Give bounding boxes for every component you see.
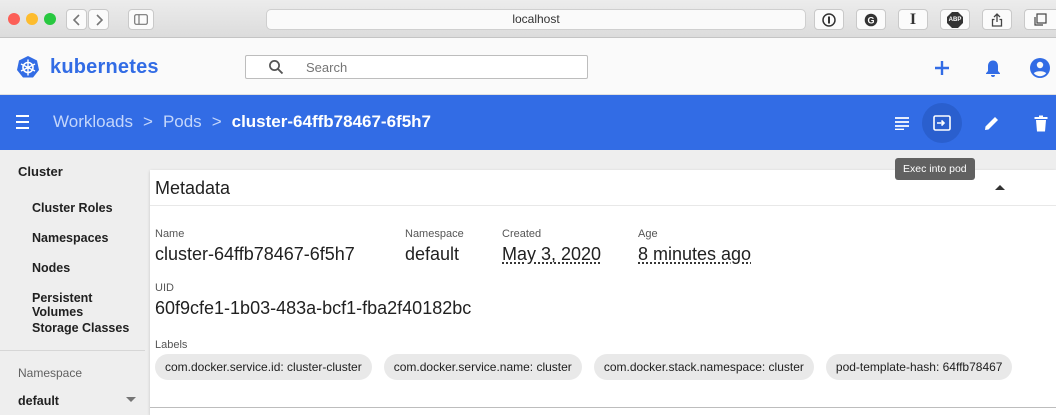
breadcrumb-pods[interactable]: Pods [163,112,202,132]
sidebar-section-cluster[interactable]: Cluster [18,164,63,179]
namespace-field-label: Namespace [405,228,464,240]
instapaper-icon[interactable]: I [898,9,928,30]
created-value[interactable]: May 3, 2020 [502,244,601,265]
uid-value: 60f9cfe1-1b03-483a-bcf1-fba2f40182bc [155,298,471,319]
age-field: Age 8 minutes ago [638,228,751,265]
labels-field: Labels [155,339,187,351]
close-window-button[interactable] [8,13,20,25]
card-divider [150,407,1056,408]
sidebar-item-storage-classes[interactable]: Storage Classes [32,321,129,335]
sidebar-toggle-button[interactable] [128,9,154,30]
breadcrumb-workloads[interactable]: Workloads [53,112,133,132]
plus-icon [934,60,950,76]
chevron-left-icon [73,14,81,26]
app-header: kubernetes [0,38,1056,95]
search-input[interactable] [306,60,576,75]
sidebar-item-persistent-volumes[interactable]: Persistent Volumes [32,291,145,319]
tabs-icon [1034,13,1047,26]
breadcrumb: Workloads > Pods > cluster-64ffb78467-6f… [53,112,431,132]
account-circle-icon [1029,57,1051,79]
breadcrumb-separator: > [143,112,153,132]
tabs-overview-button[interactable] [1024,9,1056,30]
forward-button[interactable] [88,9,109,30]
logo-text: kubernetes [50,56,159,79]
card-title: Metadata [155,178,230,199]
share-icon [991,13,1003,27]
namespace-field: Namespace default [405,228,464,265]
sidebar-item-nodes[interactable]: Nodes [32,261,70,275]
kubernetes-helm-icon [16,55,40,79]
namespace-selector[interactable]: default [18,394,136,408]
namespace-field-value: default [405,244,464,265]
created-label: Created [502,228,601,240]
name-field: Name cluster-64ffb78467-6f5h7 [155,228,355,265]
kubernetes-logo[interactable]: kubernetes [16,55,159,79]
labels-chip-list: com.docker.service.id: cluster-cluster c… [155,354,1024,380]
sidebar-item-namespaces[interactable]: Namespaces [32,231,108,245]
label-chip[interactable]: com.docker.service.name: cluster [384,354,582,380]
namespace-selected-value: default [18,394,59,408]
label-chip[interactable]: pod-template-hash: 64ffb78467 [826,354,1013,380]
account-button[interactable] [1028,56,1052,80]
sidebar-divider [0,350,145,351]
chevron-right-icon [95,14,103,26]
label-chip[interactable]: com.docker.stack.namespace: cluster [594,354,814,380]
delete-button[interactable] [1025,107,1056,139]
uid-label: UID [155,282,471,294]
name-value: cluster-64ffb78467-6f5h7 [155,244,355,265]
name-label: Name [155,228,355,240]
exec-terminal-icon [933,115,951,131]
create-button[interactable] [930,56,954,80]
notifications-button[interactable] [981,56,1005,80]
search-icon [268,59,284,75]
onepassword-icon[interactable] [814,9,844,30]
adblock-label: ABP [949,17,962,23]
namespace-label: Namespace [18,366,82,380]
created-field: Created May 3, 2020 [502,228,601,265]
search-box[interactable] [245,55,588,79]
collapse-arrow-icon[interactable] [995,184,1005,190]
browser-toolbar: localhost G I ABP [0,0,1056,38]
sidebar: Cluster Cluster Roles Namespaces Nodes P… [0,150,145,415]
ghostery-icon[interactable]: G [856,9,886,30]
edit-button[interactable] [976,107,1008,139]
metadata-card: Metadata Name cluster-64ffb78467-6f5h7 N… [150,170,1056,415]
adblock-icon[interactable]: ABP [940,9,970,30]
uid-field: UID 60f9cfe1-1b03-483a-bcf1-fba2f40182bc [155,282,471,319]
exec-into-pod-tooltip: Exec into pod [895,158,975,180]
age-value[interactable]: 8 minutes ago [638,244,751,265]
view-logs-button[interactable] [886,107,918,139]
page-toolbar: Workloads > Pods > cluster-64ffb78467-6f… [0,95,1056,150]
pencil-icon [984,115,1000,131]
bell-icon [985,59,1001,78]
menu-icon[interactable] [15,112,33,132]
breadcrumb-separator: > [212,112,222,132]
address-bar[interactable]: localhost [266,9,806,30]
sidebar-item-cluster-roles[interactable]: Cluster Roles [32,201,113,215]
svg-text:G: G [867,15,874,25]
dropdown-arrow-icon [126,397,136,403]
zoom-window-button[interactable] [44,13,56,25]
logs-icon [894,116,910,130]
sidebar-icon [134,14,148,25]
minimize-window-button[interactable] [26,13,38,25]
age-label: Age [638,228,751,240]
share-button[interactable] [982,9,1012,30]
exec-into-pod-button[interactable] [922,103,962,143]
label-chip[interactable]: com.docker.service.id: cluster-cluster [155,354,372,380]
breadcrumb-current: cluster-64ffb78467-6f5h7 [232,112,431,132]
labels-label: Labels [155,339,187,351]
trash-icon [1034,115,1048,132]
back-button[interactable] [66,9,87,30]
